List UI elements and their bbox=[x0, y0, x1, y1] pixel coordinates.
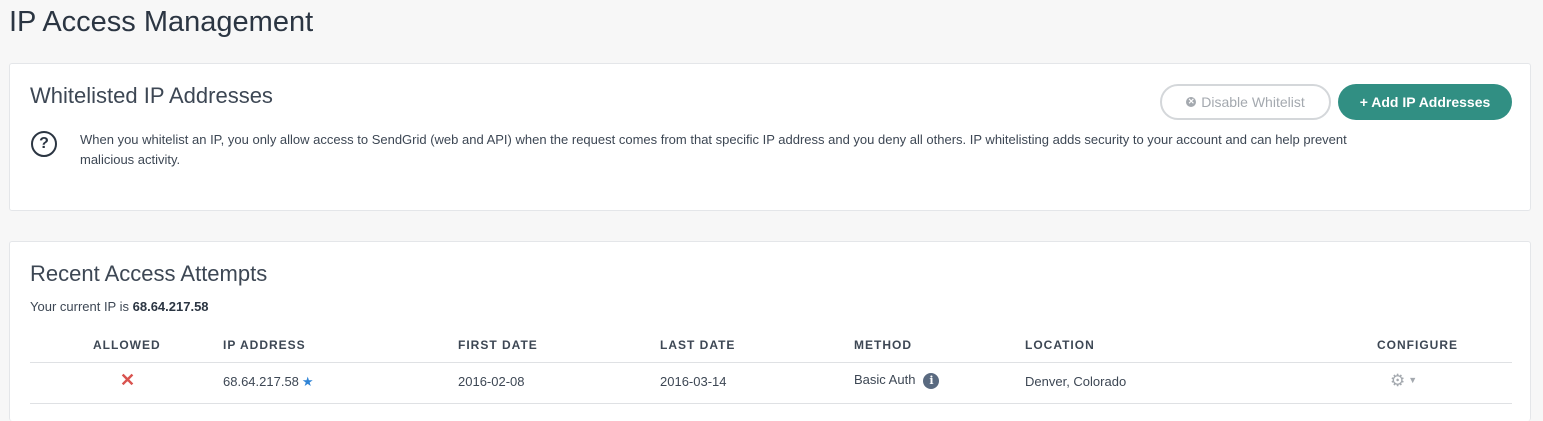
gear-icon: ⚙ bbox=[1390, 371, 1406, 390]
whitelist-card: Whitelisted IP Addresses ✕ Disable White… bbox=[9, 63, 1531, 211]
chevron-down-icon: ▼ bbox=[1408, 375, 1418, 385]
last-date-cell: 2016-03-14 bbox=[660, 374, 727, 389]
column-location: LOCATION bbox=[1025, 338, 1095, 352]
method-cell: Basic Auth i bbox=[854, 372, 940, 389]
column-allowed: ALLOWED bbox=[93, 338, 161, 352]
current-ip-line: Your current IP is 68.64.217.58 bbox=[30, 299, 209, 314]
add-ip-addresses-button[interactable]: + Add IP Addresses bbox=[1338, 84, 1512, 120]
column-configure: CONFIGURE bbox=[1377, 338, 1458, 352]
info-icon[interactable]: i bbox=[923, 372, 940, 389]
table-header: ALLOWED IP ADDRESS FIRST DATE LAST DATE … bbox=[30, 328, 1512, 363]
x-icon: ✕ bbox=[120, 370, 136, 390]
whitelist-help-text: When you whitelist an IP, you only allow… bbox=[80, 132, 1347, 167]
star-icon: ★ bbox=[301, 374, 314, 389]
help-icon[interactable]: ? bbox=[31, 131, 57, 157]
first-date-cell: 2016-02-08 bbox=[458, 374, 525, 389]
current-ip-prefix: Your current IP is bbox=[30, 299, 129, 314]
ip-address-cell: 68.64.217.58 ★ bbox=[223, 374, 314, 390]
whitelist-title: Whitelisted IP Addresses bbox=[30, 83, 273, 108]
table-row: ✕ 68.64.217.58 ★ 2016-02-08 2016-03-14 Ba… bbox=[30, 363, 1512, 404]
recent-access-card: Recent Access Attempts Your current IP i… bbox=[9, 241, 1531, 421]
disable-whitelist-label: Disable Whitelist bbox=[1201, 94, 1305, 110]
recent-access-title: Recent Access Attempts bbox=[30, 261, 268, 286]
close-circle-icon: ✕ bbox=[1186, 97, 1197, 107]
access-attempts-table: ALLOWED IP ADDRESS FIRST DATE LAST DATE … bbox=[30, 328, 1512, 404]
disable-whitelist-button[interactable]: ✕ Disable Whitelist bbox=[1160, 84, 1331, 120]
page-title: IP Access Management bbox=[9, 6, 314, 38]
column-method: METHOD bbox=[854, 338, 912, 352]
method-value: Basic Auth bbox=[854, 372, 916, 387]
ip-address-value: 68.64.217.58 bbox=[223, 374, 299, 389]
column-last-date: LAST DATE bbox=[660, 338, 736, 352]
column-first-date: FIRST DATE bbox=[458, 338, 538, 352]
column-ip-address: IP ADDRESS bbox=[223, 338, 306, 352]
configure-menu[interactable]: ⚙ ▼ bbox=[1390, 371, 1417, 391]
location-cell: Denver, Colorado bbox=[1025, 374, 1127, 389]
current-ip-value: 68.64.217.58 bbox=[132, 299, 209, 314]
